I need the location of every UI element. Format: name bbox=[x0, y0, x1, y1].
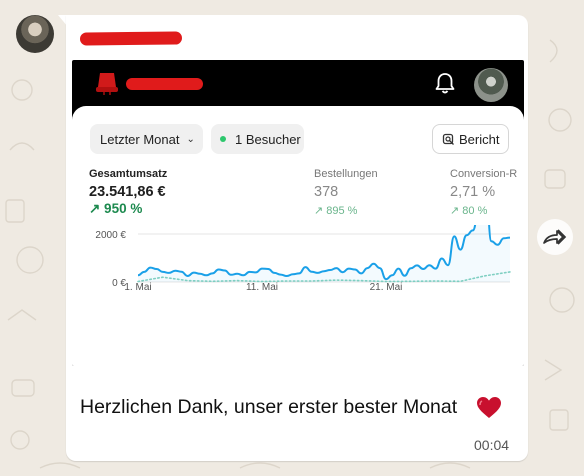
live-visitors-chip[interactable]: 1 Besucher bbox=[211, 124, 304, 154]
report-icon bbox=[442, 133, 454, 145]
forward-icon bbox=[543, 229, 567, 245]
report-button[interactable]: Bericht bbox=[432, 124, 509, 154]
message-caption: Herzlichen Dank, unser erster bester Mon… bbox=[80, 396, 458, 418]
y-tick-label: 2000 € bbox=[95, 230, 126, 241]
account-avatar[interactable] bbox=[474, 68, 508, 102]
period-dropdown[interactable]: Letzter Monat ⌄ bbox=[90, 124, 203, 154]
analytics-panel: Letzter Monat ⌄ 1 Besucher Bericht Gesam… bbox=[72, 106, 524, 366]
metric-value: 378 bbox=[314, 184, 339, 200]
chevron-down-icon: ⌄ bbox=[186, 133, 195, 145]
x-tick-label: 21. Mai bbox=[370, 282, 403, 293]
metric-total-sales[interactable]: Gesamtumsatz 23.541,86 € ↗ 950 % bbox=[89, 168, 167, 217]
metric-title: Bestellungen bbox=[314, 168, 378, 180]
visitors-label: 1 Besucher bbox=[235, 131, 301, 147]
message-time: 00:04 bbox=[474, 437, 510, 453]
shared-screenshot[interactable]: Letzter Monat ⌄ 1 Besucher Bericht Gesam… bbox=[72, 60, 524, 366]
metric-value: 23.541,86 € bbox=[89, 184, 166, 200]
x-tick-label: 11. Mai bbox=[246, 282, 278, 293]
shop-logo-icon bbox=[96, 73, 118, 95]
app-name-redaction bbox=[126, 78, 203, 90]
x-tick-label: 1. Mai bbox=[124, 282, 151, 293]
sales-line-chart[interactable]: 4000 €2000 €0 €1. Mai11. Mai21. Mai bbox=[72, 225, 524, 366]
period-label: Letzter Monat bbox=[100, 131, 180, 147]
metric-change: ↗ 950 % bbox=[89, 201, 143, 216]
metric-title: Conversion-R bbox=[450, 168, 518, 180]
metric-change: ↗ 80 % bbox=[450, 205, 488, 217]
live-dot-icon bbox=[220, 136, 226, 142]
metric-orders[interactable]: Bestellungen 378 ↗ 895 % bbox=[314, 168, 378, 219]
metric-value: 2,71 % bbox=[450, 184, 496, 200]
report-label: Bericht bbox=[459, 131, 500, 147]
metric-title: Gesamtumsatz bbox=[89, 168, 168, 180]
metric-conversion-rate[interactable]: Conversion-R 2,71 % ↗ 80 % bbox=[450, 168, 517, 219]
sender-name-redaction bbox=[79, 31, 183, 46]
sender-avatar[interactable] bbox=[16, 15, 54, 53]
forward-button[interactable] bbox=[537, 219, 573, 255]
red-heart-icon bbox=[477, 397, 501, 418]
metric-change: ↗ 895 % bbox=[314, 205, 358, 217]
bell-icon[interactable] bbox=[434, 71, 456, 95]
